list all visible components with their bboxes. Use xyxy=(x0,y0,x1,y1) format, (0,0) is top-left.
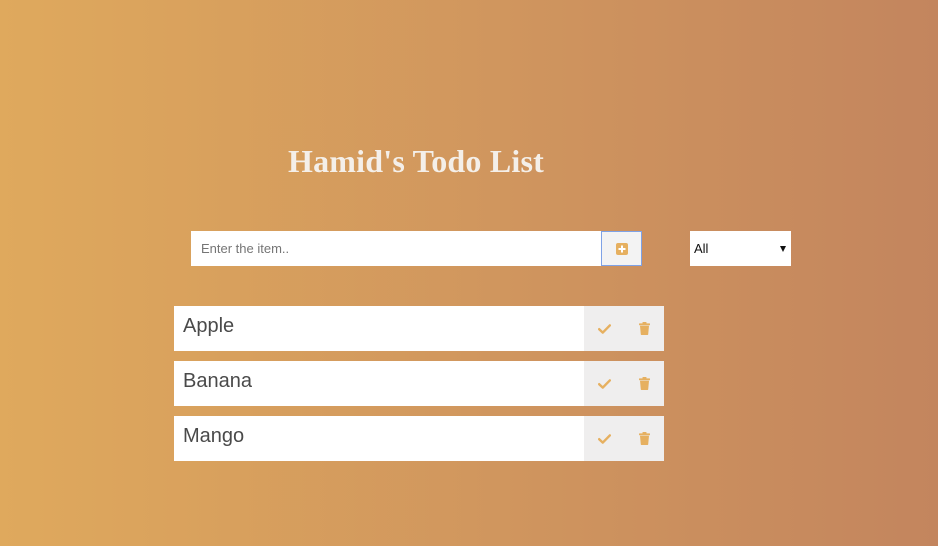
delete-button[interactable] xyxy=(624,306,664,351)
plus-square-icon xyxy=(615,242,628,255)
delete-button[interactable] xyxy=(624,416,664,461)
filter-select[interactable]: All xyxy=(690,231,791,266)
complete-button[interactable] xyxy=(584,361,624,406)
todo-item: Banana xyxy=(174,361,664,406)
delete-button[interactable] xyxy=(624,361,664,406)
chevron-down-icon xyxy=(780,245,786,252)
todo-list: Apple Banana Mango xyxy=(174,306,664,471)
todo-input[interactable] xyxy=(191,231,601,266)
todo-text: Mango xyxy=(183,425,245,447)
page-title: Hamid's Todo List xyxy=(288,143,544,180)
trash-icon xyxy=(638,432,650,445)
add-button[interactable] xyxy=(601,231,642,266)
todo-item: Mango xyxy=(174,416,664,461)
add-todo-form xyxy=(191,231,642,266)
check-icon xyxy=(597,323,611,334)
trash-icon xyxy=(638,377,650,390)
filter-selected-value: All xyxy=(694,241,709,256)
check-icon xyxy=(597,433,611,444)
todo-item: Apple xyxy=(174,306,664,351)
todo-text: Banana xyxy=(183,370,252,392)
complete-button[interactable] xyxy=(584,306,624,351)
todo-text: Apple xyxy=(183,315,235,337)
check-icon xyxy=(597,378,611,389)
trash-icon xyxy=(638,322,650,335)
complete-button[interactable] xyxy=(584,416,624,461)
